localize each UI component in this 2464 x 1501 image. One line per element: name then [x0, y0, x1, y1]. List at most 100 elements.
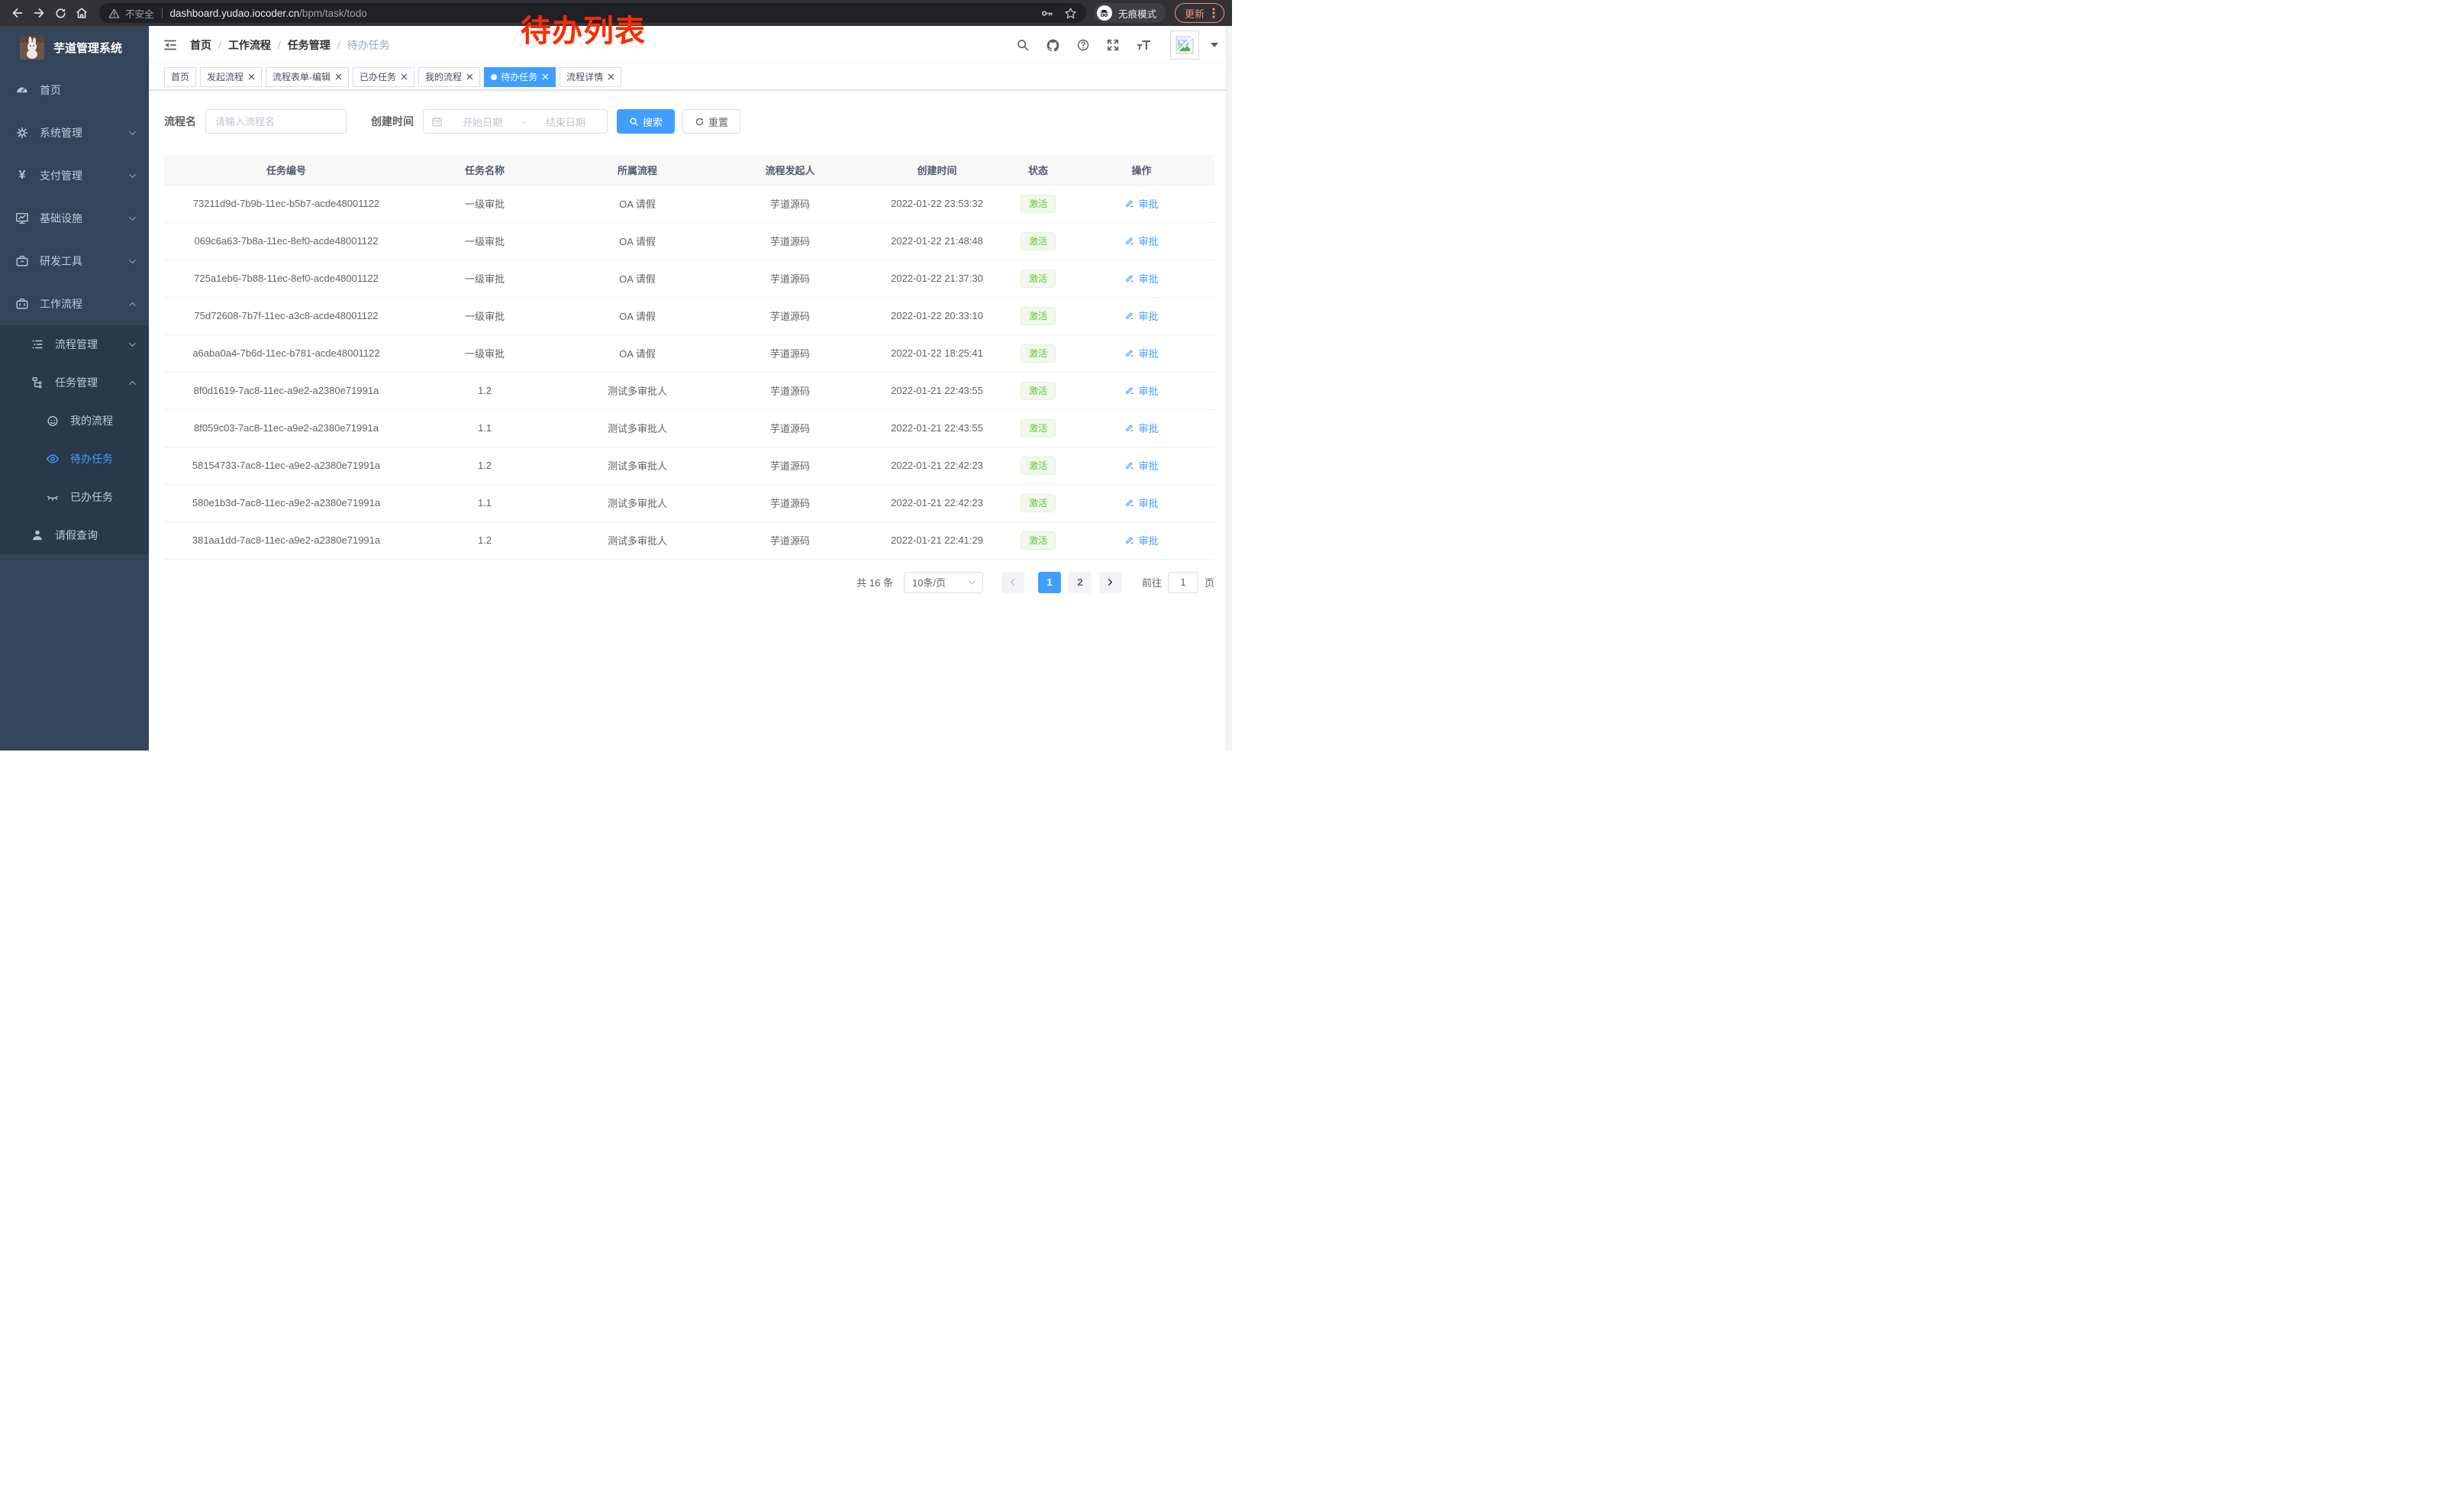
cell-create-time: 2022-01-21 22:43:55: [866, 372, 1008, 409]
cell-starter: 芋道源码: [714, 521, 866, 559]
approve-link[interactable]: 审批: [1124, 421, 1158, 435]
eye-icon: [46, 452, 60, 466]
table-row[interactable]: 381aa1dd-7ac8-11ec-a9e2-a2380e71991a 1.2…: [164, 521, 1214, 559]
page-content: 流程名 创建时间 开始日期 - 结束日期 搜索: [149, 90, 1232, 593]
sidebar-item-process-management[interactable]: 流程管理: [0, 325, 149, 363]
home-icon[interactable]: [72, 3, 92, 23]
incognito-icon: [1097, 5, 1112, 21]
sidebar-item-todo-tasks[interactable]: 待办任务: [0, 440, 149, 478]
col-create-time: 创建时间: [866, 155, 1008, 185]
approve-link[interactable]: 审批: [1124, 458, 1158, 473]
sidebar-item-my-process[interactable]: 我的流程: [0, 402, 149, 440]
sidebar-item-leave-query[interactable]: 请假查询: [0, 516, 149, 554]
cell-create-time: 2022-01-22 18:25:41: [866, 334, 1008, 372]
table-row[interactable]: 580e1b3d-7ac8-11ec-a9e2-a2380e71991a 1.1…: [164, 484, 1214, 521]
tab[interactable]: 已办任务: [353, 67, 414, 87]
sidebar-item-infrastructure[interactable]: 基础设施: [0, 197, 149, 240]
scrollbar[interactable]: [1226, 26, 1232, 750]
tab-close-icon[interactable]: [248, 73, 255, 80]
table-row[interactable]: 725a1eb6-7b88-11ec-8ef0-acde48001122 一级审…: [164, 260, 1214, 297]
approve-link[interactable]: 审批: [1124, 383, 1158, 398]
cell-task-id: 58154733-7ac8-11ec-a9e2-a2380e71991a: [164, 447, 408, 484]
cell-starter: 芋道源码: [714, 447, 866, 484]
tab[interactable]: 流程详情: [560, 67, 621, 87]
password-key-icon[interactable]: [1040, 7, 1053, 20]
next-page-button[interactable]: [1099, 572, 1122, 593]
goto-page-input[interactable]: [1168, 572, 1198, 593]
kebab-menu-icon[interactable]: [1208, 6, 1220, 20]
approve-link[interactable]: 审批: [1124, 271, 1158, 286]
search-button[interactable]: 搜索: [617, 109, 675, 134]
tab[interactable]: 待办任务: [484, 67, 556, 87]
tab-close-icon[interactable]: [608, 73, 614, 80]
approve-link[interactable]: 审批: [1124, 234, 1158, 248]
tab[interactable]: 流程表单-编辑: [266, 67, 349, 87]
cell-create-time: 2022-01-21 22:42:23: [866, 447, 1008, 484]
table-row[interactable]: 73211d9d-7b9b-11ec-b5b7-acde48001122 一级审…: [164, 185, 1214, 222]
approve-link[interactable]: 审批: [1124, 196, 1158, 211]
sidebar-item-payment[interactable]: ¥ 支付管理: [0, 154, 149, 197]
tab[interactable]: 首页: [164, 67, 196, 87]
page-button-2[interactable]: 2: [1069, 572, 1092, 593]
reload-icon[interactable]: [50, 3, 70, 23]
tab-close-icon[interactable]: [335, 73, 342, 80]
cell-status: 激活: [1008, 334, 1069, 372]
search-icon[interactable]: [1016, 38, 1030, 52]
table-row[interactable]: 069c6a63-7b8a-11ec-8ef0-acde48001122 一级审…: [164, 222, 1214, 260]
sidebar-item-home[interactable]: 首页: [0, 69, 149, 111]
avatar-caret-icon[interactable]: [1211, 43, 1218, 48]
process-name-input[interactable]: [205, 109, 347, 134]
sidebar-item-done-tasks[interactable]: 已办任务: [0, 478, 149, 516]
tab[interactable]: 发起流程: [200, 67, 262, 87]
avatar[interactable]: [1170, 31, 1199, 60]
approve-link[interactable]: 审批: [1124, 308, 1158, 323]
reset-button[interactable]: 重置: [682, 109, 740, 134]
tab-close-icon[interactable]: [401, 73, 408, 80]
table-row[interactable]: 8f0d1619-7ac8-11ec-a9e2-a2380e71991a 1.2…: [164, 372, 1214, 409]
cell-process: 测试多审批人: [561, 409, 714, 447]
table-row[interactable]: a6aba0a4-7b6d-11ec-b781-acde48001122 一级审…: [164, 334, 1214, 372]
table-row[interactable]: 75d72608-7b7f-11ec-a3c8-acde48001122 一级审…: [164, 297, 1214, 334]
page-size-select[interactable]: 10条/页: [904, 572, 983, 593]
breadcrumb-workflow[interactable]: 工作流程: [228, 37, 271, 53]
create-time-label: 创建时间: [371, 114, 414, 129]
table-body: 73211d9d-7b9b-11ec-b5b7-acde48001122 一级审…: [164, 185, 1214, 559]
table-row[interactable]: 8f059c03-7ac8-11ec-a9e2-a2380e71991a 1.1…: [164, 409, 1214, 447]
sidebar-item-dev-tools[interactable]: 研发工具: [0, 240, 149, 282]
sidebar-item-system[interactable]: 系统管理: [0, 111, 149, 154]
prev-page-button[interactable]: [1001, 572, 1024, 593]
approve-link[interactable]: 审批: [1124, 346, 1158, 360]
sidebar-item-task-management[interactable]: 任务管理: [0, 363, 149, 402]
sidebar-item-workflow[interactable]: 工作流程: [0, 282, 149, 325]
github-icon[interactable]: [1046, 38, 1060, 53]
bookmark-star-icon[interactable]: [1064, 7, 1077, 20]
address-bar[interactable]: 不安全 dashboard.yudao.iocoder.cn/bpm/task/…: [99, 3, 1086, 23]
browser-update-button[interactable]: 更新: [1175, 3, 1224, 23]
pagination: 共 16 条 10条/页 1 2 前往: [164, 572, 1214, 593]
date-range-picker[interactable]: 开始日期 - 结束日期: [423, 109, 608, 134]
fullscreen-icon[interactable]: [1106, 38, 1120, 52]
approve-link[interactable]: 审批: [1124, 495, 1158, 510]
status-badge: 激活: [1021, 195, 1056, 213]
tab-label: 已办任务: [360, 70, 396, 83]
cell-process: OA 请假: [561, 185, 714, 222]
back-icon[interactable]: [8, 3, 27, 23]
tab-close-icon[interactable]: [542, 73, 549, 80]
breadcrumb-home[interactable]: 首页: [190, 37, 211, 53]
sidebar-collapse-icon[interactable]: [163, 37, 178, 53]
forward-icon[interactable]: [29, 3, 49, 23]
col-task-name: 任务名称: [408, 155, 561, 185]
approve-link[interactable]: 审批: [1124, 533, 1158, 547]
col-task-id: 任务编号: [164, 155, 408, 185]
sidebar-logo-bar[interactable]: 芋道管理系统: [0, 26, 149, 69]
help-icon[interactable]: [1076, 38, 1090, 52]
font-size-icon[interactable]: [1136, 38, 1151, 52]
tab-close-icon[interactable]: [466, 73, 473, 80]
breadcrumb-task-management[interactable]: 任务管理: [288, 37, 331, 53]
table-row[interactable]: 58154733-7ac8-11ec-a9e2-a2380e71991a 1.2…: [164, 447, 1214, 484]
tab[interactable]: 我的流程: [418, 67, 480, 87]
cell-task-id: 8f0d1619-7ac8-11ec-a9e2-a2380e71991a: [164, 372, 408, 409]
navbar: 首页 / 工作流程 / 任务管理 / 待办任务: [149, 26, 1232, 64]
page-button-1[interactable]: 1: [1038, 572, 1061, 593]
site-warning-icon[interactable]: [108, 8, 120, 19]
